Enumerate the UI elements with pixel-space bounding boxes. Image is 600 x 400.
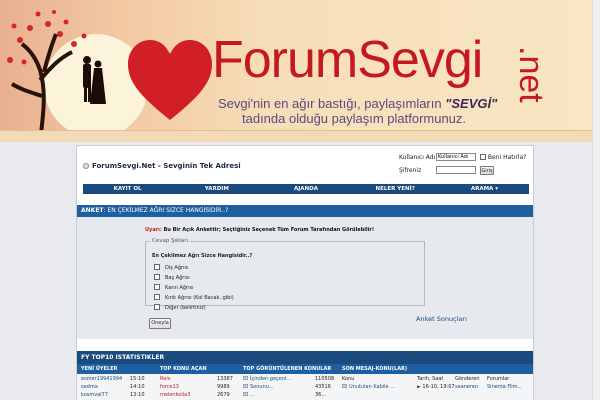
poll-option[interactable]: Diş Ağrısı (154, 264, 188, 271)
site-title[interactable]: ForumSevgi.Net - Sevginin Tek Adresi (83, 162, 241, 170)
top-poster-count: 2679 (217, 392, 230, 398)
nav-register[interactable]: KAYIT OL (83, 184, 172, 194)
top-poster-count: 13387 (217, 376, 233, 382)
recent-sender[interactable]: seaneren (455, 384, 478, 390)
stats-title: FY TOP10 ISTATISTIKLER (77, 351, 533, 364)
top-viewed-count: 36... (315, 392, 327, 398)
member-name[interactable]: esmer19941994 (81, 376, 122, 382)
top-viewed-topic[interactable]: İçinden geçeni... (243, 376, 291, 382)
checkbox-icon[interactable] (154, 304, 160, 310)
username-input[interactable] (436, 153, 476, 161)
thread-icon (243, 392, 248, 396)
recent-col-forums: Forumlar (487, 376, 510, 382)
poll-option[interactable]: Karın Ağrısı (154, 284, 194, 291)
top-viewed-count: 110508 (315, 376, 335, 382)
member-name[interactable]: kosmval77 (81, 392, 108, 398)
poll-option[interactable]: Diğer (belirtiniz) (154, 304, 206, 311)
recent-col-sender: Gönderen (455, 376, 480, 382)
warning-text: Bu Bir Açık Ankettir; Seçtiğiniz Seçenek… (163, 227, 375, 233)
top-poster-name[interactable]: Reis (160, 376, 170, 382)
stats-body: esmer19941994 15-10 sedma 14-10 kosmval7… (77, 374, 533, 400)
recent-col-topic: Konu (342, 376, 355, 382)
password-label: Şifreniz (399, 167, 422, 174)
member-date: 13-10 (130, 392, 145, 398)
site-title-text: ForumSevgi.Net - Sevginin Tek Adresi (92, 162, 241, 170)
checkbox-icon[interactable] (154, 284, 160, 290)
vote-button[interactable]: Oneyla (149, 318, 171, 329)
col-recent-posts: SON MESAJ-KONU(LAR) (342, 366, 408, 372)
checkbox-icon[interactable] (154, 264, 160, 270)
poll-options-fieldset: Cevap Şıkları En Çekilmez Ağrı Sizce Han… (145, 238, 425, 311)
username-label: Kullanıcı Adı (399, 154, 436, 161)
banner-tagline-line1: Sevgi'nin en ağır bastığı, paylaşımların… (218, 97, 497, 110)
poll-results-link[interactable]: Anket Sonuçları (416, 315, 467, 323)
recent-forum[interactable]: Sinema Film... (487, 384, 522, 390)
site-header: ForumSevgi.Net - Sevginin Tek Adresi Kul… (83, 153, 529, 183)
nav-help[interactable]: YARDIM (172, 184, 261, 194)
poll-option[interactable]: Kırık Ağrısı (Kol Bacak..gibi) (154, 294, 234, 301)
tagline-emphasis: "SEVGİ" (445, 96, 498, 111)
recent-datetime: ► 16-10, 19:07 (417, 384, 455, 390)
poll-legend: Cevap Şıkları (152, 238, 188, 244)
poll-warning: Uyarı: Bu Bir Açık Ankettir; Seçtiğiniz … (145, 227, 374, 233)
logo-wordmark: ForumSevgi (212, 31, 483, 89)
top-viewed-count: 43516 (315, 384, 331, 390)
thread-icon (243, 376, 248, 380)
top-viewed-topic[interactable]: ... (243, 392, 255, 398)
poll-box: Uyarı: Bu Bir Açık Ankettir; Seçtiğiniz … (77, 217, 533, 339)
logo-suffix: .net (512, 46, 550, 103)
remember-me-checkbox[interactable]: Beni Hatırla? (480, 154, 526, 161)
password-input[interactable] (436, 166, 476, 174)
col-new-members: YENİ ÜYELER (81, 366, 118, 372)
member-date: 14-10 (130, 384, 145, 390)
forum-panel: ForumSevgi.Net - Sevginin Tek Adresi Kul… (76, 145, 534, 400)
top-poster-name[interactable]: force13 (160, 384, 179, 390)
checkbox-icon[interactable] (154, 274, 160, 280)
recent-col-datetime: Tarih, Saat (417, 376, 444, 382)
checkbox-icon[interactable] (154, 294, 160, 300)
top-poster-count: 9989 (217, 384, 230, 390)
tagline-text: Sevgi'nin en ağır bastığı, paylaşımların (218, 96, 446, 111)
member-name[interactable]: sedma (81, 384, 98, 390)
poll-question: En Çekilmez Ağrı Sizce Hangisidir..? (152, 253, 253, 259)
poll-option-label: Karın Ağrısı (165, 285, 194, 291)
poll-header: ANKET: EN ÇEKİLMEZ AĞRI SİZCE HANGİSİDİR… (77, 205, 533, 217)
login-button[interactable]: Giriş (480, 166, 494, 175)
main-navbar: KAYIT OL YARDIM AJANDA NELER YENİ? ARAMA… (83, 184, 529, 194)
banner-tagline-line2: tadında olduğu paylaşım platformunuz. (242, 111, 467, 126)
login-form: Kullanıcı Adı Beni Hatırla? Şifreniz Gir… (399, 153, 529, 183)
poll-option-label: Kırık Ağrısı (Kol Bacak..gibi) (165, 295, 234, 301)
col-top-posters: TOP KONU AÇAN (160, 366, 207, 372)
warning-label: Uyarı: (145, 227, 162, 233)
poll-option-label: Diğer (belirtiniz) (165, 305, 206, 311)
banner-bottom-strip (0, 130, 600, 142)
poll-option[interactable]: Baş Ağrısı (154, 274, 190, 281)
thread-icon (243, 384, 248, 388)
col-top-viewed: TOP GÖRÜNTÜLENEN KONULAR (243, 366, 332, 372)
poll-header-title: : EN ÇEKİLMEZ AĞRI SİZCE HANGİSİDİR..? (103, 207, 229, 214)
nav-search[interactable]: ARAMA ▾ (440, 184, 529, 194)
top-viewed-topic[interactable]: Sonunu... (243, 384, 274, 390)
page-scrollbar[interactable] (592, 0, 600, 400)
site-banner[interactable]: ForumSevgi .net Sevgi'nin en ağır bastığ… (0, 0, 600, 142)
checkbox-icon[interactable] (480, 154, 486, 160)
member-date: 15-10 (130, 376, 145, 382)
poll-option-label: Baş Ağrısı (165, 275, 190, 281)
stats-column-headers: YENİ ÜYELER TOP KONU AÇAN TOP GÖRÜNTÜLEN… (77, 364, 533, 374)
top-poster-name[interactable]: melenkolia3 (160, 392, 190, 398)
nav-calendar[interactable]: AJANDA (261, 184, 350, 194)
nav-whats-new[interactable]: NELER YENİ? (351, 184, 440, 194)
thread-icon (342, 384, 347, 388)
poll-option-label: Diş Ağrısı (165, 265, 189, 271)
recent-topic[interactable]: Unutulan Kabile ... (342, 384, 395, 390)
bullet-icon (83, 163, 89, 169)
poll-header-label: ANKET (81, 207, 104, 214)
remember-me-label: Beni Hatırla? (487, 154, 527, 161)
